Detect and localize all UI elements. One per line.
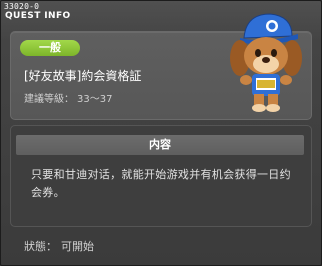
quest-description: 只要和甘迪对话，就能开始游戏并有机会获得一日约会券。 bbox=[31, 168, 291, 199]
status-label: 狀態： bbox=[24, 240, 57, 253]
npc-dog-icon bbox=[230, 13, 302, 112]
level-label: 建議等級： bbox=[24, 94, 74, 105]
window-title: QUEST INFO bbox=[5, 11, 71, 21]
recommended-level: 建議等級： 33～37 bbox=[24, 90, 112, 105]
content-header: 内容 bbox=[16, 135, 304, 155]
category-badge: 一般 bbox=[20, 40, 80, 56]
quest-title: [好友故事]約会資格証 bbox=[24, 69, 142, 83]
quest-id: 33020-0 bbox=[4, 2, 40, 11]
status-value: 可開始 bbox=[61, 240, 94, 253]
status-row: 狀態： 可開始 bbox=[24, 238, 94, 254]
level-value: 33～37 bbox=[77, 94, 113, 105]
